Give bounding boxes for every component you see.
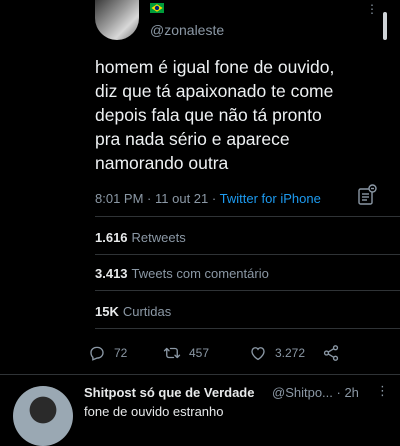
reply-button[interactable]: 72	[88, 343, 127, 363]
scrollbar[interactable]	[383, 12, 387, 40]
retweets-label: Retweets	[131, 230, 186, 245]
like-icon	[251, 347, 265, 361]
retweets-count: 1.616	[95, 230, 128, 245]
quotes-stat[interactable]: 3.413 Tweets com comentário	[95, 266, 269, 281]
reply-text: fone de ouvido estranho	[84, 404, 224, 419]
divider	[95, 216, 400, 217]
share-icon	[323, 345, 339, 361]
reply-avatar[interactable]	[13, 386, 73, 446]
retweet-icon	[163, 347, 181, 359]
divider	[95, 290, 400, 291]
likes-stat[interactable]: 15K Curtidas	[95, 304, 171, 319]
tweet-date: 11 out 21	[155, 191, 209, 206]
analytics-icon[interactable]	[357, 184, 377, 206]
quotes-label: Tweets com comentário	[131, 266, 269, 281]
meta-separator: ·	[147, 191, 152, 206]
tweet-time: 8:01 PM	[95, 191, 144, 206]
tweet-source-link[interactable]: Twitter for iPhone	[220, 191, 321, 206]
meta-separator: ·	[211, 191, 217, 206]
likes-label: Curtidas	[122, 304, 172, 319]
tweet-meta: 8:01 PM · 11 out 21 · Twitter for iPhone	[95, 191, 321, 206]
reply-author-name[interactable]: Shitpost só que de Verdade	[84, 385, 254, 400]
divider	[0, 374, 400, 375]
retweets-stat[interactable]: 1.616 Retweets	[95, 230, 186, 245]
like-button[interactable]: 3.272	[249, 343, 305, 363]
author-handle[interactable]: @zonaleste	[150, 22, 224, 38]
more-icon[interactable]: ⋮	[366, 2, 378, 16]
reply-count: 72	[114, 346, 128, 360]
like-count: 3.272	[275, 346, 306, 360]
brazil-flag-icon	[150, 3, 164, 13]
divider	[95, 254, 400, 255]
reply-author-handle[interactable]: @Shitpo... · 2h	[272, 385, 359, 400]
author-avatar[interactable]	[95, 0, 139, 40]
share-button[interactable]	[322, 343, 348, 363]
divider	[95, 328, 400, 329]
likes-count: 15K	[95, 304, 119, 319]
quotes-count: 3.413	[95, 266, 128, 281]
retweet-count: 457	[189, 346, 210, 360]
tweet-text: homem é igual fone de ouvido, diz que tá…	[95, 57, 335, 173]
retweet-button[interactable]: 457	[163, 343, 209, 363]
more-icon[interactable]: ⋮	[376, 383, 389, 399]
reply-icon	[90, 346, 104, 361]
